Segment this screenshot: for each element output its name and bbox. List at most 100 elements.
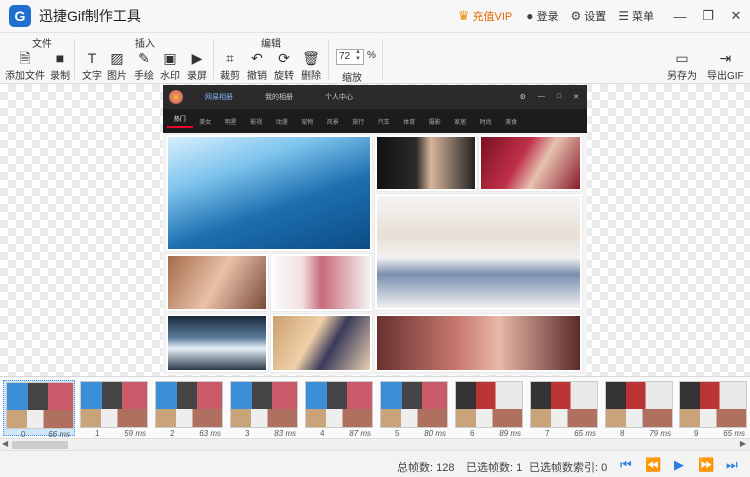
frame-index: 9	[694, 429, 699, 438]
preview-link-profile: 个人中心	[325, 94, 353, 101]
crop-button[interactable]: ⌗ 裁剪	[220, 49, 240, 82]
save-as-label: 另存为	[667, 71, 697, 82]
delete-button[interactable]: 🗑 删除	[301, 49, 321, 82]
save-as-button[interactable]: ▭ 另存为	[667, 49, 697, 82]
selected-index-text: 已选帧数索引: 0	[529, 462, 608, 474]
menu-label: 菜单	[632, 11, 654, 23]
rotate-button[interactable]: ⟳ 旋转	[274, 49, 294, 82]
photo-dancers	[271, 254, 372, 311]
preview-nav-item: 宠物	[301, 119, 314, 126]
export-gif-button[interactable]: ⇥ 导出GIF	[707, 49, 744, 82]
login-label: 登录	[536, 11, 559, 23]
preview-header: 网易相册 我的相册 个人中心 ⚙ — □ ✕	[163, 85, 587, 109]
frame-image	[380, 381, 448, 428]
group-label-file: 文件	[32, 39, 52, 50]
add-file-label: 添加文件	[5, 71, 45, 82]
preview-window-controls: ⚙ — □ ✕	[519, 93, 579, 101]
preview-nav: 热门 美女 明星 影视 动漫 宠物 风景 旅行 汽车 体育 摄影 家居 时尚 美…	[163, 109, 587, 133]
filmstrip[interactable]: 0 66 ms 1 59 ms 2 63 ms 3 83 ms 4 87 ms …	[0, 376, 750, 439]
divider	[74, 39, 75, 79]
frame-thumbnail[interactable]: 6 89 ms	[453, 380, 525, 438]
frame-thumbnail[interactable]: 9 65 ms	[677, 380, 749, 438]
total-frames-text: 总帧数: 128	[397, 462, 455, 474]
watermark-label: 水印	[160, 71, 180, 82]
photo-group	[375, 194, 582, 310]
vip-button[interactable]: ♛ 充值VIP	[458, 8, 512, 24]
rotate-label: 旋转	[274, 71, 294, 82]
crop-label: 裁剪	[220, 71, 240, 82]
photo-landscape	[166, 314, 268, 372]
photo-anime	[271, 314, 372, 372]
frame-thumbnail[interactable]: 4 87 ms	[303, 380, 375, 438]
preview-nav-item: 家居	[454, 119, 467, 126]
scroll-right-icon[interactable]: ▶	[740, 439, 746, 448]
preview-nav-item: 风景	[326, 119, 339, 126]
frame-thumbnail[interactable]: 1 59 ms	[78, 380, 150, 438]
play-icon[interactable]: ▶	[674, 458, 684, 471]
frame-index: 8	[620, 429, 625, 438]
text-label: 文字	[82, 71, 102, 82]
next-frame-icon[interactable]: ⏩	[698, 458, 714, 471]
frame-index: 6	[470, 429, 475, 438]
settings-button[interactable]: ⚙ 设置	[570, 8, 606, 24]
restore-icon[interactable]: ❐	[694, 0, 722, 33]
close-icon[interactable]: ✕	[722, 0, 750, 33]
frame-preview[interactable]: 网易相册 我的相册 个人中心 ⚙ — □ ✕ 热门 美女 明星 影视 动漫 宠物 风景…	[163, 85, 587, 375]
draw-label: 手绘	[134, 71, 154, 82]
scroll-left-icon[interactable]: ◀	[2, 439, 8, 448]
play-screen-icon: ▶	[191, 50, 203, 66]
frame-index: 1	[95, 429, 100, 438]
preview-nav-item: 明星	[224, 119, 237, 126]
scrollbar-thumb[interactable]	[12, 441, 68, 449]
frame-image	[155, 381, 223, 428]
draw-button[interactable]: ✎ 手绘	[134, 49, 154, 82]
group-label-insert: 插入	[135, 39, 155, 50]
preview-link-my-album: 我的相册	[265, 94, 293, 101]
frame-thumbnail[interactable]: 2 63 ms	[153, 380, 225, 438]
preview-nav-item: 旅行	[352, 119, 365, 126]
frame-duration: 59 ms	[124, 429, 146, 438]
frame-thumbnail[interactable]: 8 79 ms	[603, 380, 675, 438]
preview-nav-item: 时尚	[479, 119, 492, 126]
filmstrip-scrollbar[interactable]: ◀ ▶	[0, 438, 750, 450]
screen-record-button[interactable]: ▶ 录屏	[187, 49, 207, 82]
photo-wave	[166, 135, 372, 251]
record-button[interactable]: ■ 录制	[50, 49, 70, 82]
text-button[interactable]: T 文字	[82, 49, 102, 82]
preview-nav-item: 热门	[167, 114, 193, 128]
undo-label: 撤销	[247, 71, 267, 82]
zoom-stepper[interactable]: ▲ ▼	[355, 49, 361, 63]
frame-image	[80, 381, 148, 428]
frame-index: 5	[395, 429, 400, 438]
minimize-icon[interactable]: —	[666, 0, 694, 33]
login-button[interactable]: ● 登录	[526, 8, 558, 24]
watermark-button[interactable]: ▣ 水印	[160, 49, 180, 82]
frame-index: 4	[320, 429, 325, 438]
frame-thumbnail[interactable]: 3 83 ms	[228, 380, 300, 438]
photo-portrait-red	[479, 135, 582, 191]
photo-portrait-dark	[375, 135, 477, 191]
site-logo-icon	[169, 90, 183, 104]
last-frame-icon[interactable]: ⏭	[726, 458, 738, 471]
frame-image	[605, 381, 673, 428]
gear-icon: ⚙	[570, 9, 582, 23]
previous-frame-icon[interactable]: ⏪	[645, 458, 661, 471]
menu-button[interactable]: ☰ 菜单	[618, 8, 654, 24]
image-button[interactable]: ▨ 图片	[107, 49, 127, 82]
add-file-button[interactable]: 🗎 添加文件	[5, 49, 45, 82]
export-icon: ⇥	[719, 50, 732, 66]
frame-duration: 87 ms	[349, 429, 371, 438]
preview-nav-item: 摄影	[428, 119, 441, 126]
frame-image	[230, 381, 298, 428]
preview-brand: 网易相册	[205, 94, 233, 101]
settings-label: 设置	[584, 11, 607, 23]
frame-thumbnail[interactable]: 0 66 ms	[3, 380, 75, 439]
frame-image	[530, 381, 598, 428]
frame-duration: 65 ms	[723, 429, 745, 438]
frame-index: 2	[170, 429, 175, 438]
undo-button[interactable]: ↶ 撤销	[247, 49, 267, 82]
frame-thumbnail[interactable]: 5 80 ms	[378, 380, 450, 438]
first-frame-icon[interactable]: ⏮	[620, 458, 632, 471]
frame-thumbnail[interactable]: 7 65 ms	[528, 380, 600, 438]
frame-index: 3	[245, 429, 250, 438]
